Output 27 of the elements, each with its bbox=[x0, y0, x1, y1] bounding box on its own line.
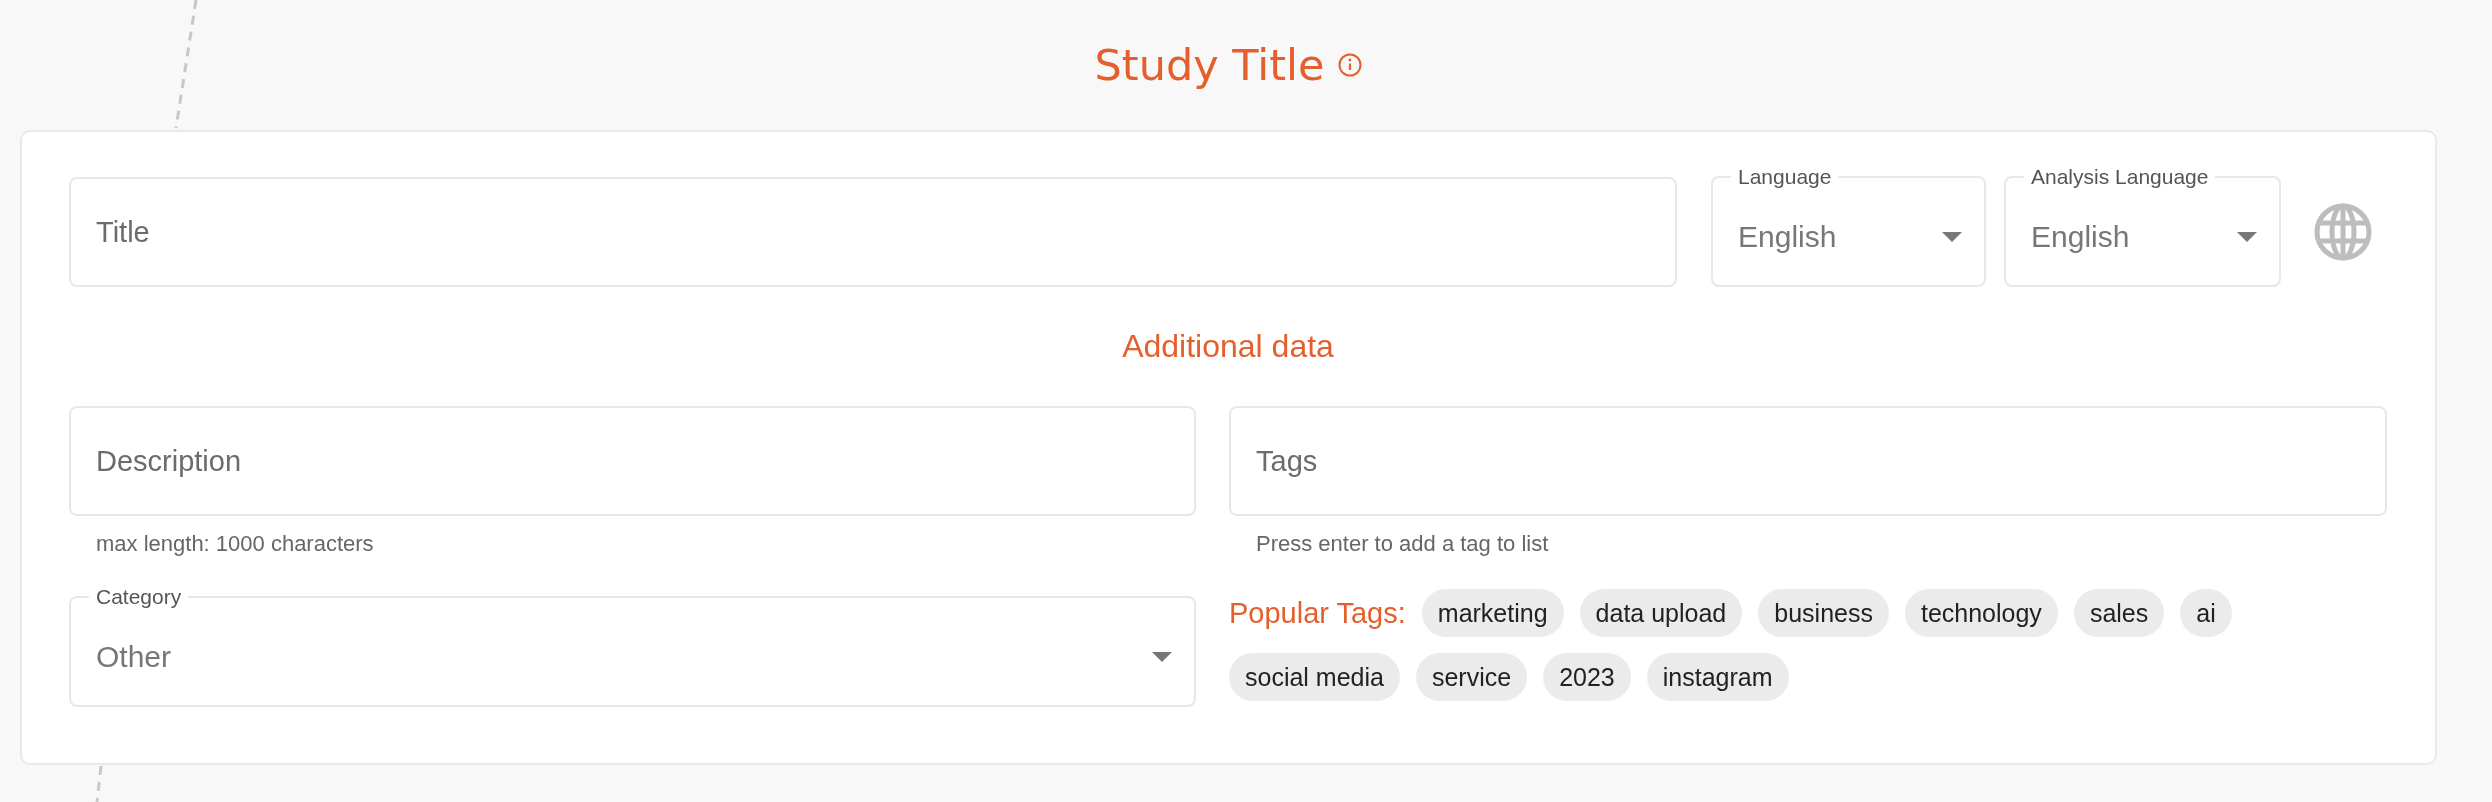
field-label: Category bbox=[95, 585, 183, 609]
caret-icon bbox=[1152, 652, 1172, 662]
description-input[interactable]: Description bbox=[69, 406, 1196, 516]
globe-icon[interactable] bbox=[2314, 203, 2372, 261]
tag-chip[interactable]: marketing bbox=[1421, 589, 1564, 637]
tag-chip[interactable]: business bbox=[1758, 589, 1889, 637]
tags-input[interactable]: Tags bbox=[1229, 406, 2387, 516]
dashed-line bbox=[95, 766, 103, 802]
caret-icon bbox=[1942, 232, 1962, 242]
tag-chip[interactable]: 2023 bbox=[1543, 653, 1631, 701]
tag-chip[interactable]: instagram bbox=[1646, 653, 1789, 701]
field-label: Analysis Language bbox=[2030, 165, 2210, 189]
tag-chip[interactable]: data upload bbox=[1579, 589, 1743, 637]
helper-text: max length: 1000 characters bbox=[95, 530, 374, 558]
tag-chip[interactable]: ai bbox=[2180, 589, 2232, 637]
field-label: Language bbox=[1737, 165, 1833, 189]
section-title: Additional data bbox=[1122, 327, 1334, 366]
tag-chip[interactable]: technology bbox=[1904, 589, 2058, 637]
popular-tags-label: Popular Tags: bbox=[1229, 596, 1406, 631]
title-input[interactable]: Title bbox=[69, 177, 1677, 287]
info-icon[interactable] bbox=[1338, 53, 1363, 77]
tag-chip[interactable]: service bbox=[1415, 653, 1528, 701]
tag-chip[interactable]: social media bbox=[1229, 653, 1400, 701]
tag-chip[interactable]: sales bbox=[2073, 589, 2165, 637]
caret-icon bbox=[2237, 232, 2257, 242]
page-title: Study Title bbox=[1094, 40, 1325, 90]
helper-text: Press enter to add a tag to list bbox=[1255, 530, 1549, 558]
